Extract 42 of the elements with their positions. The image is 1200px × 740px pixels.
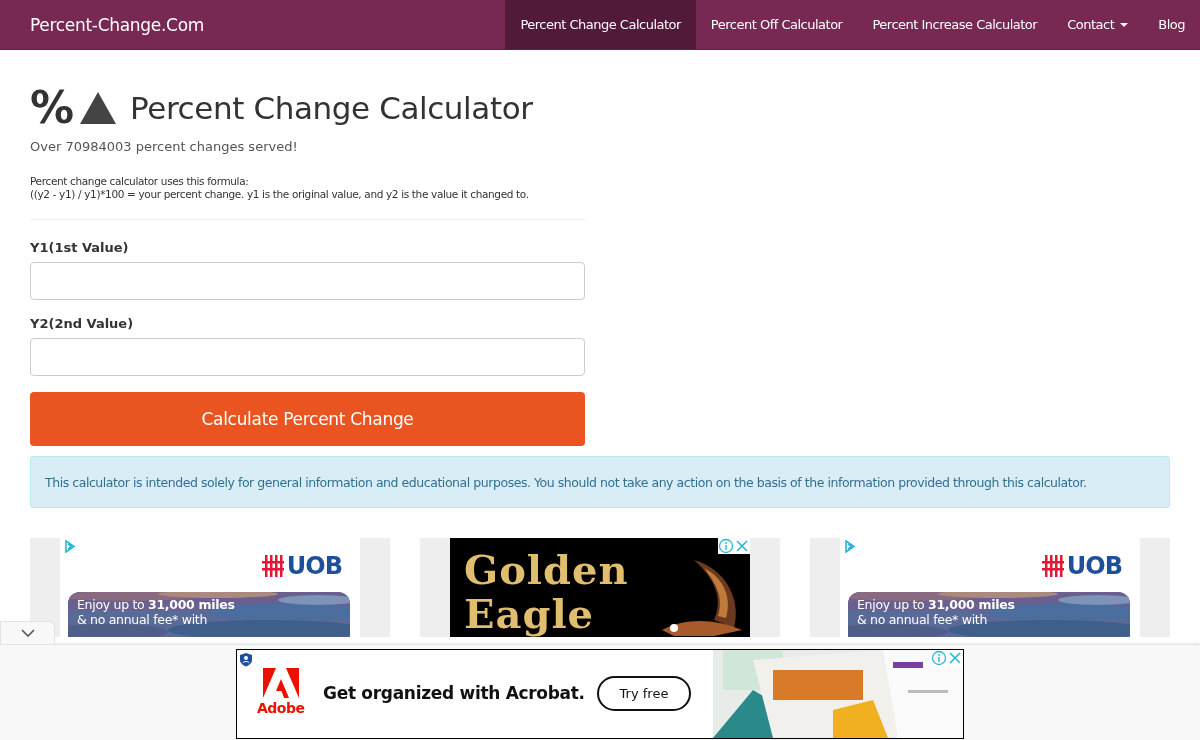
brand-logo: UOB bbox=[1066, 552, 1122, 580]
nav-link[interactable]: Percent Increase Calculator bbox=[857, 0, 1053, 49]
close-icon[interactable] bbox=[947, 650, 963, 666]
shield-icon bbox=[239, 652, 253, 667]
ad-text: Enjoy up to 31,000 miles bbox=[77, 597, 235, 612]
percent-icon: % bbox=[30, 86, 75, 130]
page-title: Percent Change Calculator bbox=[130, 89, 533, 128]
site-logo[interactable]: Percent-Change.Com bbox=[30, 0, 205, 49]
brand-logo: Adobe bbox=[257, 700, 305, 716]
formula-text: ((y2 - y1) / y1)*100 = your percent change. y1 is the original value, and y2 is the value it changed to. bbox=[30, 188, 529, 201]
stripes-icon bbox=[261, 555, 284, 577]
served-counter: Over 70984003 percent changes served! bbox=[30, 139, 298, 154]
adchoices-icon[interactable] bbox=[844, 540, 856, 553]
calculate-button[interactable]: Calculate Percent Change bbox=[30, 392, 585, 446]
chevron-down-icon bbox=[20, 629, 35, 637]
ad-text: Enjoy up to 31,000 miles bbox=[857, 597, 1015, 612]
field-label: Y2(2nd Value) bbox=[30, 316, 134, 331]
info-icon[interactable] bbox=[718, 538, 734, 554]
ad-text: & no annual fee* with bbox=[857, 612, 988, 627]
stripes-icon bbox=[1041, 555, 1064, 577]
brand-logo: Golden bbox=[464, 548, 629, 592]
brand-logo: UOB bbox=[286, 552, 342, 580]
info-icon[interactable] bbox=[931, 650, 947, 666]
collapse-tab[interactable] bbox=[0, 621, 55, 644]
input-field[interactable] bbox=[30, 262, 585, 300]
caret-icon bbox=[1120, 22, 1129, 27]
disclaimer-alert: This calculator is intended solely for general information and educational purposes. You should not take any action on the basis of the information provided through this calculator. bbox=[30, 456, 1170, 508]
adchoices-icon[interactable] bbox=[64, 540, 76, 553]
close-icon[interactable] bbox=[734, 538, 750, 554]
adobe-logo-icon bbox=[262, 668, 299, 698]
brand-logo: Eagle bbox=[464, 592, 595, 636]
triangle-icon bbox=[80, 92, 117, 124]
nav-dropdown[interactable]: Contact bbox=[1052, 0, 1144, 49]
formula-intro: Percent change calculator uses this formula: bbox=[30, 175, 249, 188]
try-free-button[interactable]: Try free bbox=[597, 676, 691, 711]
nav-link[interactable]: Percent Off Calculator bbox=[695, 0, 858, 49]
ad-headline: Get organized with Acrobat. bbox=[323, 683, 585, 703]
nav-link[interactable]: Blog bbox=[1143, 0, 1200, 49]
input-field[interactable] bbox=[30, 338, 585, 376]
field-label: Y1(1st Value) bbox=[30, 240, 129, 255]
ad-text: & no annual fee* with bbox=[77, 612, 208, 627]
nav-link[interactable]: Percent Change Calculator bbox=[505, 0, 696, 49]
